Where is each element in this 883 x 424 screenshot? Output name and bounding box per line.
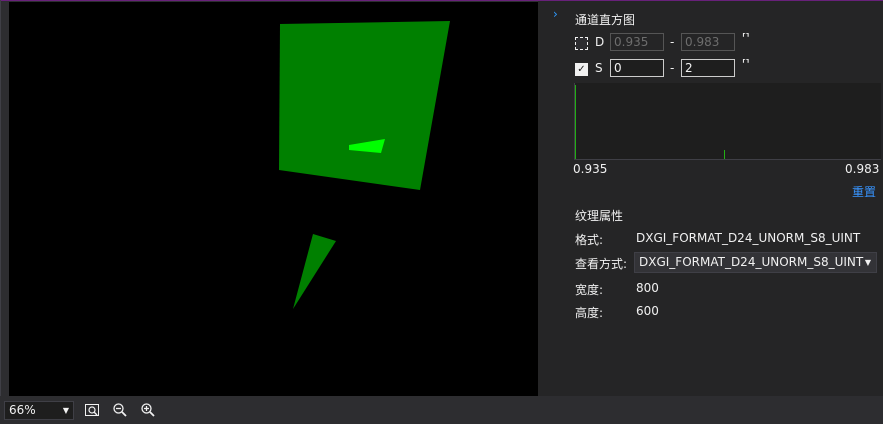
large-green-quad — [279, 21, 450, 190]
zoom-in-icon[interactable] — [140, 402, 156, 418]
stencil-label: S — [595, 61, 603, 75]
height-value: 600 — [636, 304, 659, 318]
depth-max-input[interactable] — [681, 33, 735, 51]
width-label: 宽度: — [575, 283, 604, 297]
properties-title: 纹理属性 — [575, 209, 624, 223]
stencil-min-input[interactable] — [610, 59, 664, 77]
properties-panel: › 通道直方图 D - ⸢⸣ ✓ S - ⸢⸣ 0.935 0.983 重置 纹… — [538, 1, 883, 396]
depth-min-input[interactable] — [610, 33, 664, 51]
histogram-bar — [575, 85, 576, 159]
format-label: 格式: — [575, 233, 604, 247]
window-left-border — [0, 0, 1, 424]
histogram-axis-min: 0.935 — [573, 162, 608, 176]
texture-image — [279, 21, 450, 309]
chevron-down-icon: ▼ — [864, 258, 871, 267]
stencil-range-separator: - — [670, 61, 675, 75]
reset-range-icon[interactable]: ⸢⸣ — [742, 57, 750, 70]
zoom-select[interactable]: 66% ▼ — [4, 401, 74, 420]
zoom-value: 66% — [9, 403, 36, 417]
width-value: 800 — [636, 281, 659, 295]
reset-range-icon[interactable]: ⸢⸣ — [742, 31, 750, 44]
height-label: 高度: — [575, 306, 604, 320]
zoom-out-icon[interactable] — [112, 402, 128, 418]
histogram-title: 通道直方图 — [575, 13, 636, 27]
depth-checkbox[interactable] — [575, 37, 588, 50]
depth-range-separator: - — [670, 35, 675, 49]
texture-viewport[interactable] — [9, 2, 538, 396]
view-format-value: DXGI_FORMAT_D24_UNORM_S8_UINT — [639, 255, 864, 269]
reset-link[interactable]: 重置 — [852, 183, 876, 200]
chevron-down-icon: ▼ — [62, 406, 69, 415]
view-format-select[interactable]: DXGI_FORMAT_D24_UNORM_S8_UINT ▼ — [634, 252, 877, 273]
view-label: 查看方式: — [575, 257, 628, 271]
stencil-max-input[interactable] — [681, 59, 735, 77]
stencil-checkbox[interactable]: ✓ — [575, 63, 588, 76]
format-value: DXGI_FORMAT_D24_UNORM_S8_UINT — [636, 231, 861, 245]
histogram-axis-max: 0.983 — [845, 162, 880, 176]
channel-histogram — [574, 83, 881, 160]
chevron-right-icon[interactable]: › — [553, 7, 558, 21]
status-bar: 66% ▼ — [0, 396, 883, 424]
histogram-bar — [724, 150, 725, 159]
depth-label: D — [595, 35, 605, 49]
small-green-triangle — [293, 234, 336, 309]
zoom-fit-icon[interactable] — [84, 402, 100, 418]
